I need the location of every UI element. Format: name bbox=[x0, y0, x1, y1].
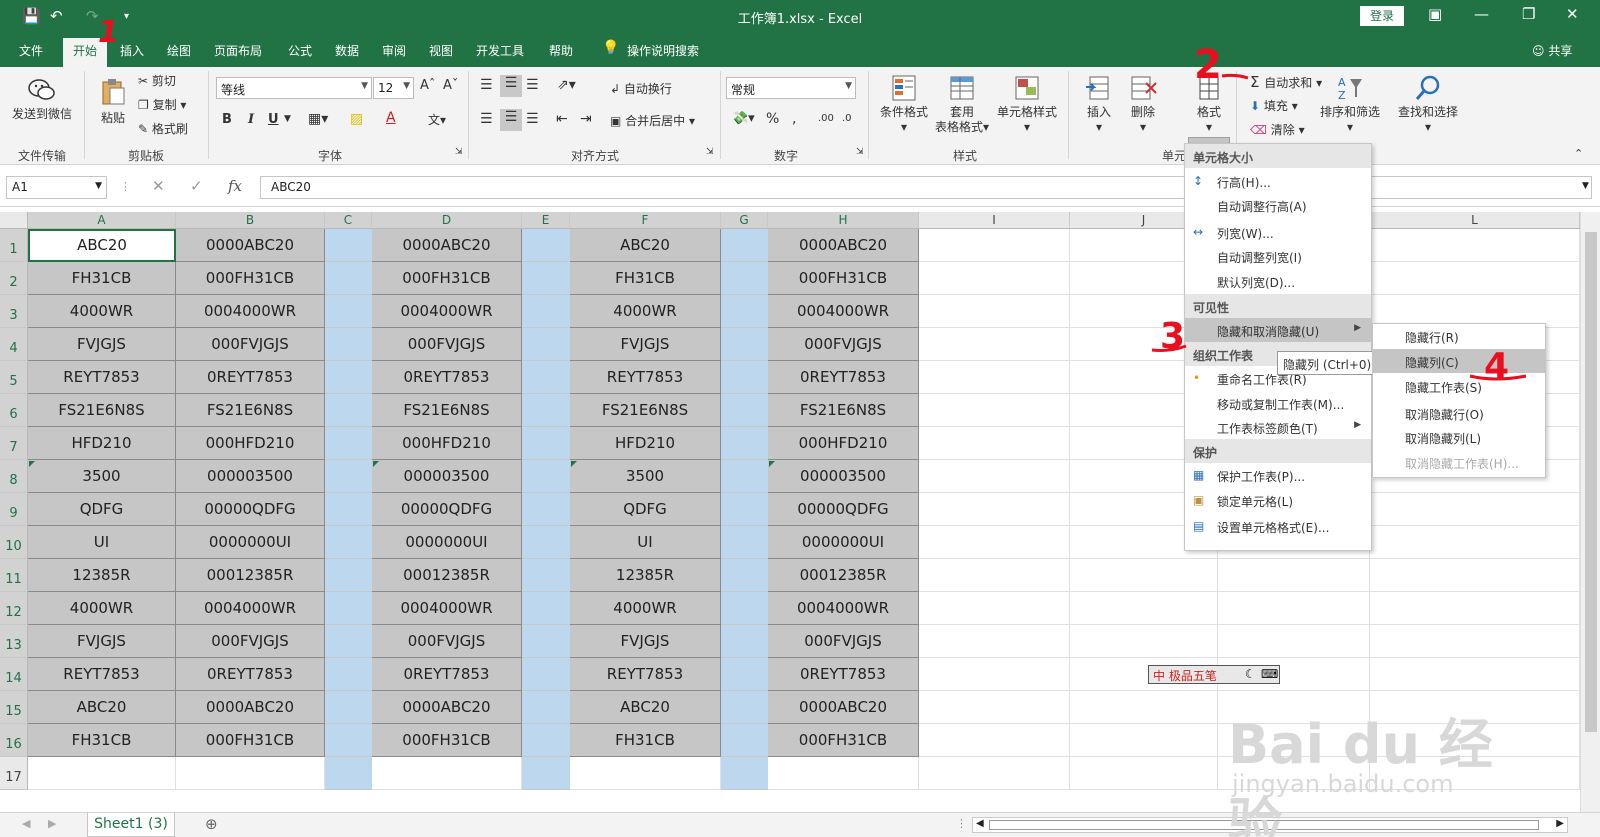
annotation-stroke bbox=[1221, 73, 1249, 80]
annotation-4: 4 bbox=[1484, 346, 1509, 387]
annotation-overlay: 1 2 3 4 bbox=[98, 15, 1527, 387]
annotation-1: 1 bbox=[98, 15, 119, 50]
annotation-2: 2 bbox=[1194, 42, 1222, 88]
